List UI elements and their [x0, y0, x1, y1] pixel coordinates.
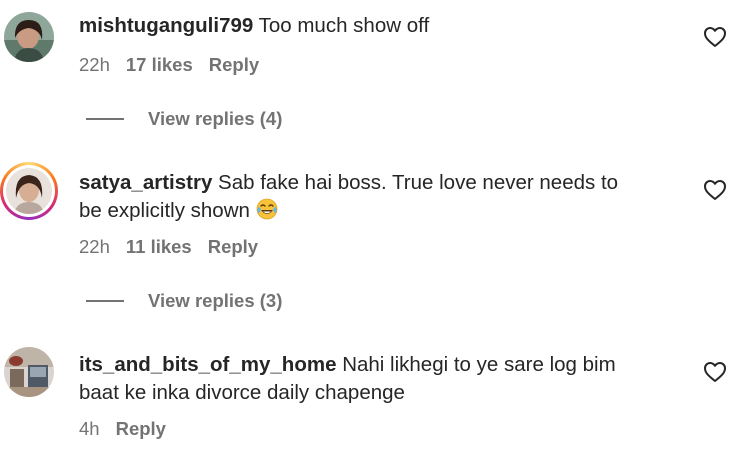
comment-body: its_and_bits_of_my_home Nahi likhegi to … — [79, 351, 679, 407]
view-replies-button[interactable]: View replies (4) — [86, 108, 282, 130]
comment-likes[interactable]: 11 likes — [126, 236, 192, 258]
comment-body: mishtuganguli799 Too much show off — [79, 12, 679, 40]
comment-username[interactable]: mishtuganguli799 — [79, 14, 253, 37]
view-replies-label: View replies (4) — [148, 108, 283, 129]
reply-button[interactable]: Reply — [209, 54, 259, 76]
divider-line — [86, 118, 124, 120]
avatar[interactable] — [0, 162, 58, 220]
heart-outline-icon[interactable] — [703, 26, 727, 48]
comment-body: satya_artistry Sab fake hai boss. True l… — [79, 169, 679, 225]
avatar-image — [6, 168, 52, 214]
comment-time: 22h — [79, 236, 110, 257]
comment-username[interactable]: its_and_bits_of_my_home — [79, 353, 336, 376]
comment-text: Too much show off — [258, 14, 430, 37]
avatar-ring-gap — [3, 165, 55, 217]
reply-button[interactable]: Reply — [208, 236, 258, 258]
comment-username[interactable]: satya_artistry — [79, 171, 212, 194]
comment-text-line-2: be explicitly shown — [79, 199, 250, 222]
comment-text-line-1: Sab fake hai boss. True love never needs… — [218, 171, 619, 194]
divider-line — [86, 300, 124, 302]
comment-text-line-2: baat ke inka divorce daily chapenge — [79, 381, 405, 404]
avatar[interactable] — [4, 347, 54, 397]
avatar-image — [4, 12, 54, 62]
comment-meta: 22h 11 likes Reply — [79, 236, 258, 258]
avatar-image — [4, 347, 54, 397]
comment-meta: 4h Reply — [79, 418, 166, 440]
comment-meta: 22h 17 likes Reply — [79, 54, 259, 76]
comment-likes[interactable]: 17 likes — [126, 54, 193, 76]
view-replies-label: View replies (3) — [148, 290, 283, 311]
heart-outline-icon[interactable] — [703, 179, 727, 201]
comment-text-line-1: Nahi likhegi to ye sare log bim — [342, 353, 616, 376]
heart-outline-icon[interactable] — [703, 361, 727, 383]
avatar[interactable] — [4, 12, 54, 62]
comment-time: 22h — [79, 54, 110, 75]
face-with-tears-of-joy-icon — [256, 198, 278, 220]
comment-time: 4h — [79, 418, 100, 439]
view-replies-button[interactable]: View replies (3) — [86, 290, 282, 312]
reply-button[interactable]: Reply — [116, 418, 166, 440]
